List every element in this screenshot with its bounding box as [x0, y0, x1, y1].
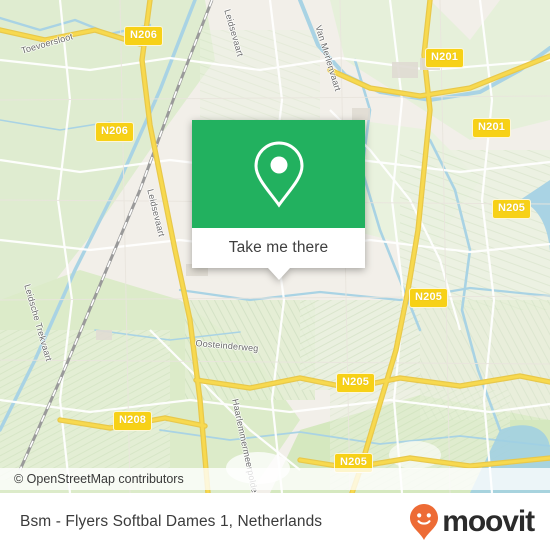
callout-button[interactable]: Take me there — [192, 228, 365, 268]
road-shield-n206[interactable]: N206 — [95, 122, 135, 142]
road-shield-n201[interactable]: N201 — [425, 48, 465, 68]
moovit-pin-smiley-icon — [410, 503, 439, 540]
road-shield-n205[interactable]: N205 — [336, 373, 376, 393]
moovit-map-screenshot: Toevoersloot Leidsevaart Van Merlenvaart… — [0, 0, 550, 550]
footer-bar: Bsm - Flyers Softbal Dames 1, Netherland… — [0, 493, 550, 550]
map-pin-icon — [253, 141, 304, 208]
road-shield-n205[interactable]: N205 — [409, 288, 449, 308]
moovit-logo[interactable]: moovit — [409, 503, 535, 541]
callout-button-label: Take me there — [228, 239, 329, 256]
take-me-there-callout[interactable]: Take me there — [192, 120, 365, 280]
callout-tail — [267, 268, 290, 280]
moovit-wordmark: moovit — [442, 504, 535, 538]
map-attribution[interactable]: © OpenStreetMap contributors — [0, 468, 550, 490]
location-title: Bsm - Flyers Softbal Dames 1, Netherland… — [20, 512, 323, 530]
map-viewport[interactable]: Toevoersloot Leidsevaart Van Merlenvaart… — [0, 0, 550, 493]
road-shield-n206[interactable]: N206 — [124, 26, 164, 46]
callout-marker-area — [192, 120, 365, 228]
road-shield-n205[interactable]: N205 — [492, 199, 532, 219]
road-shield-n208[interactable]: N208 — [113, 411, 153, 431]
road-shield-n201[interactable]: N201 — [472, 118, 512, 138]
